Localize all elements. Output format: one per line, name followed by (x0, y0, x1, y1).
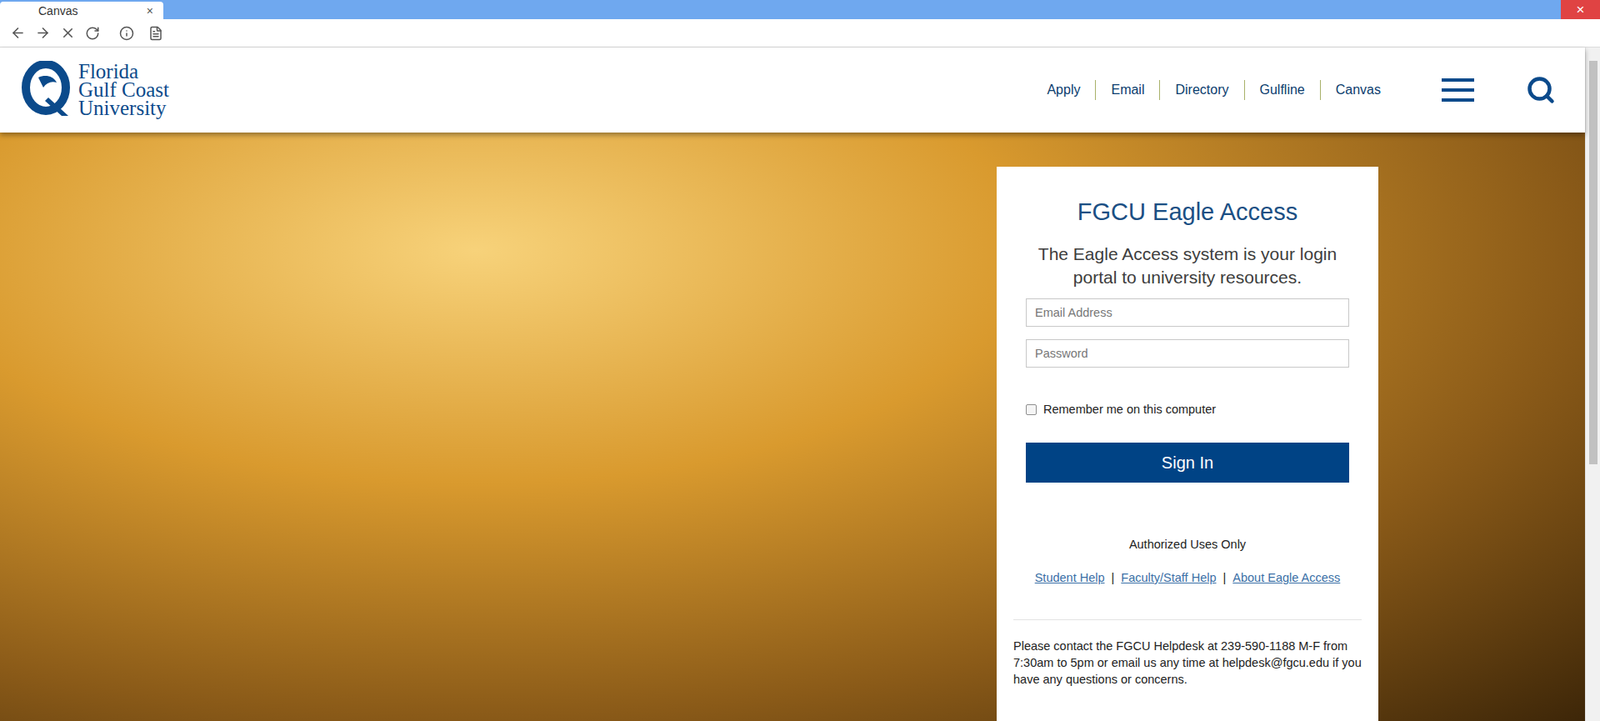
nav-link[interactable]: Gulfline (1245, 81, 1320, 99)
site-info-icon[interactable] (119, 25, 135, 41)
login-form: Remember me on this computer Sign In (1013, 289, 1362, 483)
login-title: FGCU Eagle Access (1013, 196, 1362, 227)
university-logo[interactable]: FloridaGulf CoastUniversity (20, 60, 170, 120)
authorized-notice: Authorized Uses Only (1013, 535, 1362, 553)
hamburger-bar-icon (1441, 88, 1475, 92)
logo-text-line: University (78, 99, 170, 118)
tab-bar: Canvas × × (0, 0, 1600, 20)
page: FloridaGulf CoastUniversity ApplyEmailDir… (0, 47, 1585, 721)
nav-separator (1244, 80, 1245, 100)
forward-icon[interactable] (35, 25, 51, 41)
site-header: FloridaGulf CoastUniversity ApplyEmailDir… (0, 47, 1585, 133)
search-icon[interactable] (1525, 75, 1556, 105)
nav-link[interactable]: Email (1095, 81, 1160, 99)
remember-checkbox[interactable] (1025, 404, 1037, 415)
help-link[interactable]: About Eagle Access (1232, 569, 1340, 586)
link-separator: | (1111, 569, 1115, 586)
reload-icon[interactable] (85, 25, 100, 41)
nav-separator (1159, 80, 1160, 100)
university-emblem-icon (20, 60, 75, 120)
top-nav: ApplyEmailDirectoryGulflineCanvas (1031, 80, 1396, 100)
tab-title: Canvas (38, 5, 78, 17)
link-separator: | (1223, 569, 1227, 586)
reader-mode-icon[interactable] (148, 25, 164, 41)
help-link[interactable]: Faculty/Staff Help (1120, 569, 1216, 586)
logo-text-line: Florida (78, 62, 170, 81)
nav-separator (1320, 80, 1321, 100)
page-viewport: FloridaGulf CoastUniversity ApplyEmailDir… (0, 47, 1600, 721)
nav-separator (1095, 80, 1096, 100)
help-link[interactable]: Student Help (1035, 569, 1105, 586)
nav-link[interactable]: Canvas (1320, 81, 1396, 99)
remember-label: Remember me on this computer (1043, 400, 1216, 418)
scrollbar[interactable] (1585, 47, 1600, 721)
nav-link[interactable]: Apply (1031, 81, 1095, 99)
password-field[interactable] (1025, 339, 1350, 368)
menu-button[interactable] (1441, 78, 1475, 102)
logo-text-line: Gulf Coast (78, 80, 170, 100)
remember-row[interactable]: Remember me on this computer (1025, 400, 1350, 418)
tab-close[interactable]: × (146, 5, 154, 17)
nav-link[interactable]: Directory (1160, 81, 1244, 99)
scrollbar-thumb[interactable] (1589, 60, 1598, 465)
hamburger-bar-icon (1441, 98, 1475, 102)
back-icon[interactable] (10, 25, 26, 41)
window-close-button[interactable]: × (1560, 0, 1600, 20)
browser-window: Canvas × × FloridaGulf CoastUniversity Apply… (0, 0, 1600, 721)
login-subtitle: The Eagle Access system is your login po… (1013, 242, 1362, 290)
email-field[interactable] (1025, 298, 1350, 327)
browser-tab[interactable]: Canvas × (0, 1, 164, 20)
hamburger-bar-icon (1441, 78, 1475, 82)
sign-in-button[interactable]: Sign In (1025, 442, 1350, 483)
helpdesk-text: Please contact the FGCU Helpdesk at 239-… (1013, 637, 1362, 688)
divider (1013, 619, 1362, 620)
hero-photo: FGCU Eagle Access The Eagle Access system… (0, 132, 1585, 721)
stop-icon[interactable] (60, 25, 76, 41)
browser-toolbar (0, 19, 1600, 48)
login-card: FGCU Eagle Access The Eagle Access system… (996, 166, 1379, 721)
help-links: Student Help | Faculty/Staff Help | About Ea… (1013, 569, 1362, 586)
